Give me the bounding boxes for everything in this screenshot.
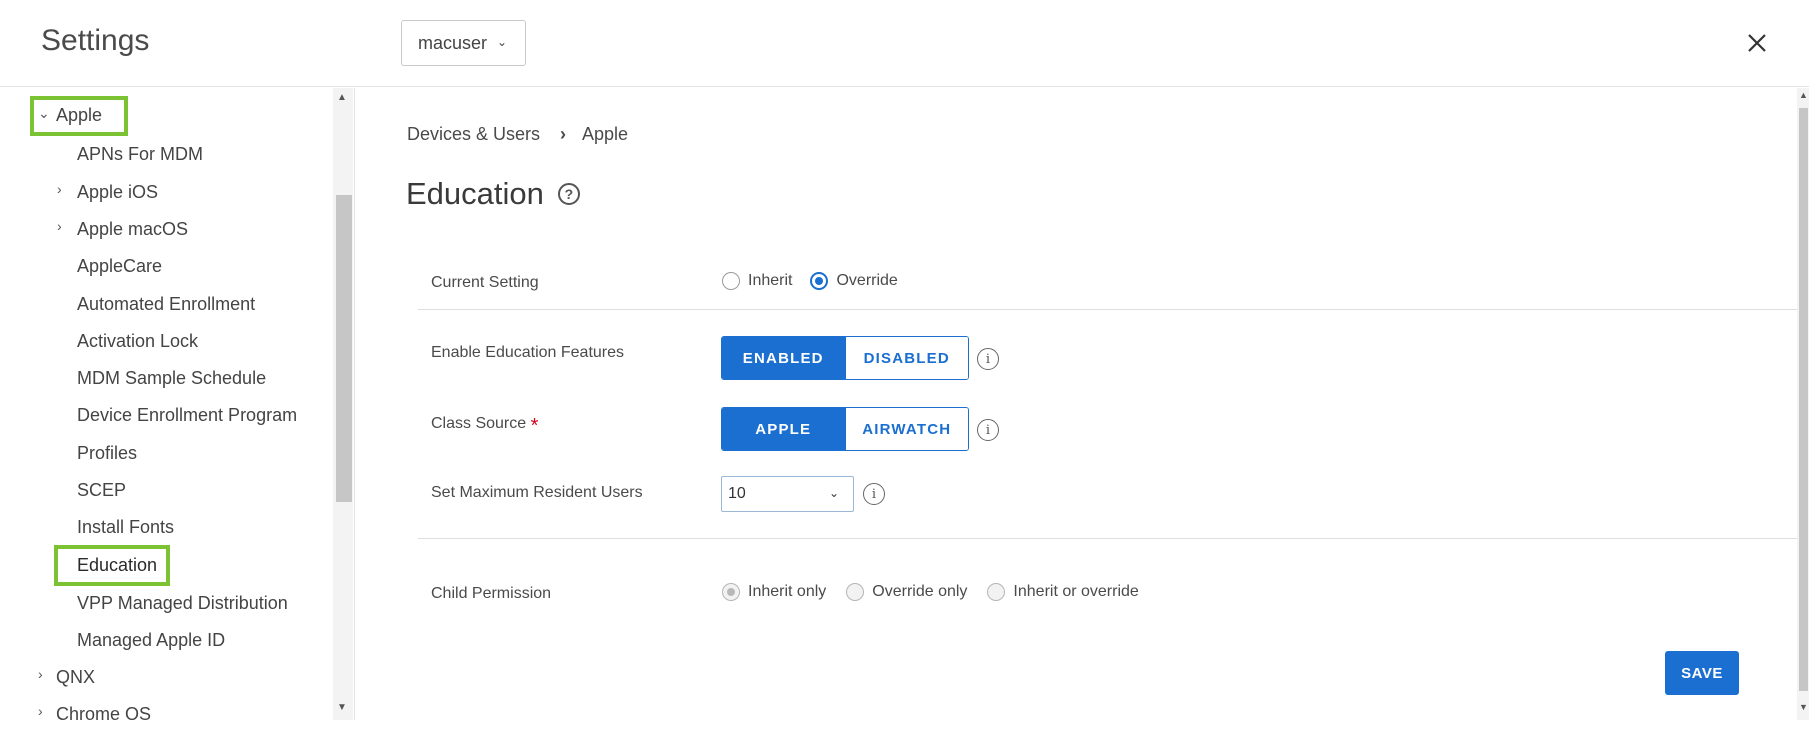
- close-button[interactable]: [1742, 28, 1772, 58]
- class-source-label: Class Source: [431, 415, 527, 432]
- sidebar-item-chrome-os[interactable]: Chrome OS: [56, 704, 151, 720]
- current-setting-radio-group: Inherit Override: [722, 272, 916, 290]
- scroll-up-arrow-icon[interactable]: ▲: [1799, 90, 1808, 100]
- sidebar-item-profiles[interactable]: Profiles: [77, 443, 137, 464]
- divider: [418, 309, 1805, 310]
- sidebar-item-activation-lock[interactable]: Activation Lock: [77, 331, 198, 352]
- scroll-up-arrow-icon[interactable]: ▲: [337, 92, 347, 103]
- chevron-right-icon[interactable]: ›: [38, 666, 43, 682]
- chevron-right-icon[interactable]: ›: [38, 703, 43, 719]
- sidebar-item-apns-for-mdm[interactable]: APNs For MDM: [77, 144, 203, 165]
- radio-inherit[interactable]: Inherit: [722, 272, 792, 290]
- sidebar-item-automated-enrollment[interactable]: Automated Enrollment: [77, 294, 255, 315]
- scroll-down-arrow-icon[interactable]: ▼: [1799, 702, 1808, 712]
- sidebar-item-education[interactable]: Education: [77, 555, 157, 576]
- radio-inherit-circle[interactable]: [722, 272, 740, 290]
- main-panel: Devices & Users › Apple Education ? Curr…: [356, 88, 1805, 720]
- sidebar-item-scep[interactable]: SCEP: [77, 480, 126, 501]
- page-title-wrap: Education ?: [406, 176, 580, 212]
- sidebar-item-apple-ios[interactable]: Apple iOS: [77, 182, 158, 203]
- max-resident-users-label: Set Maximum Resident Users: [431, 484, 643, 501]
- current-setting-label: Current Setting: [431, 274, 539, 291]
- radio-override-only-circle: [846, 583, 865, 601]
- radio-override-label: Override: [836, 272, 898, 289]
- chevron-right-icon[interactable]: ›: [57, 181, 62, 197]
- sidebar-item-qnx[interactable]: QNX: [56, 667, 95, 688]
- radio-inherit-or-override-circle: [987, 583, 1006, 601]
- education-features-toggle: ENABLED DISABLED: [721, 336, 969, 380]
- radio-inherit-or-override: Inherit or override: [987, 583, 1139, 601]
- sidebar-tree: ⌄ Apple APNs For MDM › Apple iOS › Apple…: [0, 88, 355, 720]
- page-title: Education: [406, 176, 544, 211]
- radio-inherit-only-circle: [722, 583, 740, 601]
- radio-override-only: Override only: [846, 583, 967, 601]
- radio-inherit-label: Inherit: [748, 272, 793, 289]
- radio-inherit-or-override-label: Inherit or override: [1013, 583, 1139, 600]
- required-asterisk: *: [530, 415, 539, 437]
- sidebar-item-apple[interactable]: Apple: [56, 105, 102, 126]
- sidebar-scrollbar-thumb[interactable]: [336, 195, 352, 502]
- class-source-label-wrap: Class Source *: [431, 415, 538, 438]
- sidebar-item-install-fonts[interactable]: Install Fonts: [77, 517, 174, 538]
- info-icon[interactable]: i: [863, 483, 885, 505]
- apple-button[interactable]: APPLE: [722, 408, 845, 450]
- info-icon[interactable]: i: [977, 419, 999, 441]
- sidebar-item-vpp-managed-distribution[interactable]: VPP Managed Distribution: [77, 593, 288, 614]
- breadcrumb-link-apple[interactable]: Apple: [582, 124, 628, 145]
- enabled-button[interactable]: ENABLED: [722, 337, 845, 379]
- sidebar-item-device-enrollment-program[interactable]: Device Enrollment Program: [77, 405, 297, 426]
- org-group-selector[interactable]: macuser ⌄: [401, 20, 526, 66]
- breadcrumb: Devices & Users › Apple: [407, 124, 628, 145]
- radio-inherit-only: Inherit only: [722, 583, 826, 601]
- divider: [418, 538, 1805, 539]
- class-source-toggle: APPLE AIRWATCH: [721, 407, 969, 451]
- sidebar-item-managed-apple-id[interactable]: Managed Apple ID: [77, 630, 225, 651]
- disabled-button[interactable]: DISABLED: [844, 337, 968, 379]
- org-group-selector-value: macuser: [418, 32, 488, 53]
- sidebar-item-apple-macos[interactable]: Apple macOS: [77, 219, 188, 240]
- radio-override-only-label: Override only: [872, 583, 968, 600]
- sidebar-item-applecare[interactable]: AppleCare: [77, 256, 162, 277]
- save-button[interactable]: SAVE: [1665, 651, 1739, 695]
- airwatch-button[interactable]: AIRWATCH: [844, 408, 968, 450]
- child-permission-label: Child Permission: [431, 585, 552, 602]
- radio-override[interactable]: Override: [810, 272, 898, 290]
- help-icon[interactable]: ?: [557, 183, 580, 205]
- max-resident-users-value: 10: [728, 485, 746, 502]
- chevron-down-icon[interactable]: ⌄: [38, 105, 50, 122]
- max-resident-users-select[interactable]: 10 ⌄: [721, 476, 854, 512]
- main-scrollbar-thumb[interactable]: [1799, 108, 1808, 691]
- close-icon: [1748, 34, 1766, 52]
- chevron-right-icon[interactable]: ›: [57, 218, 62, 234]
- child-permission-radio-group: Inherit only Override only Inherit or ov…: [722, 583, 1157, 601]
- breadcrumb-link-devices-users[interactable]: Devices & Users: [407, 124, 540, 145]
- info-icon[interactable]: i: [977, 348, 999, 370]
- education-features-label: Enable Education Features: [431, 344, 625, 361]
- chevron-down-icon: ⌄: [828, 486, 839, 500]
- chevron-right-icon: ›: [560, 124, 567, 144]
- radio-inherit-only-label: Inherit only: [748, 583, 827, 600]
- page-header-title: Settings: [41, 24, 150, 57]
- header: Settings macuser ⌄: [0, 0, 1809, 87]
- scroll-down-arrow-icon[interactable]: ▼: [337, 702, 347, 713]
- chevron-down-icon: ⌄: [497, 35, 508, 49]
- sidebar-item-mdm-sample-schedule[interactable]: MDM Sample Schedule: [77, 368, 266, 389]
- radio-override-circle[interactable]: [810, 272, 829, 290]
